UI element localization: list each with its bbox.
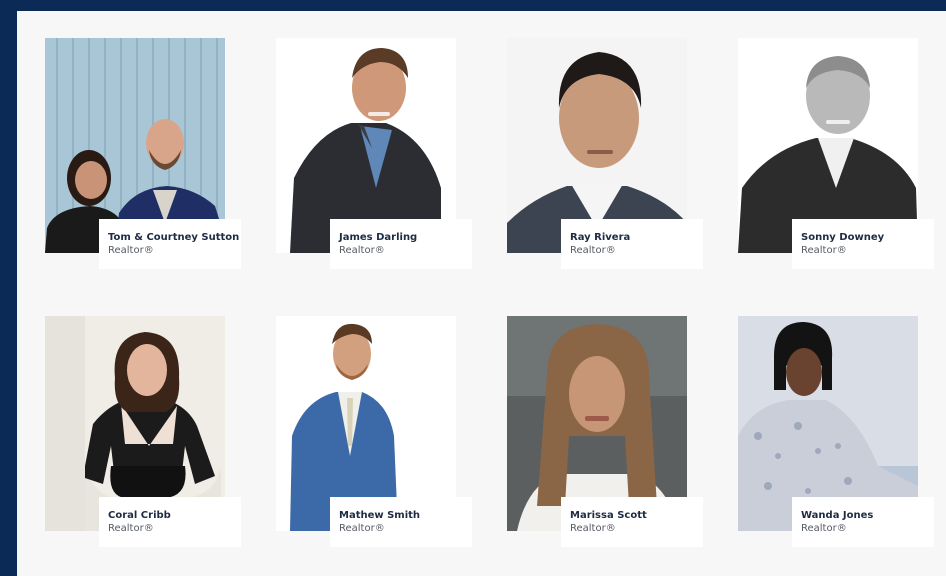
agent-label: Coral Cribb Realtor® [99, 497, 241, 547]
agent-name[interactable]: Marissa Scott [570, 509, 703, 522]
agent-name[interactable]: Mathew Smith [339, 509, 472, 522]
agent-card[interactable]: Tom & Courtney Sutton Realtor® [45, 38, 241, 270]
agent-name[interactable]: Sonny Downey [801, 231, 934, 244]
agent-card[interactable]: Wanda Jones Realtor® [738, 316, 934, 548]
agent-name[interactable]: Wanda Jones [801, 509, 934, 522]
agent-title: Realtor® [108, 245, 154, 256]
agent-label: Marissa Scott Realtor® [561, 497, 703, 547]
agent-label: Sonny Downey Realtor® [792, 219, 934, 269]
agent-label: James Darling Realtor® [330, 219, 472, 269]
agent-label: Tom & Courtney Sutton Realtor® [99, 219, 241, 269]
agent-card[interactable]: Sonny Downey Realtor® [738, 38, 934, 270]
agent-card[interactable]: Coral Cribb Realtor® [45, 316, 241, 548]
agent-name[interactable]: Tom & Courtney Sutton [108, 231, 241, 244]
agent-card[interactable]: James Darling Realtor® [276, 38, 472, 270]
agent-title: Realtor® [339, 523, 385, 534]
agent-name[interactable]: Ray Rivera [570, 231, 703, 244]
agent-title: Realtor® [108, 523, 154, 534]
agent-card[interactable]: Marissa Scott Realtor® [507, 316, 703, 548]
agent-label: Mathew Smith Realtor® [330, 497, 472, 547]
agent-card[interactable]: Mathew Smith Realtor® [276, 316, 472, 548]
agent-name[interactable]: James Darling [339, 231, 472, 244]
agent-label: Wanda Jones Realtor® [792, 497, 934, 547]
agent-title: Realtor® [570, 523, 616, 534]
agent-title: Realtor® [339, 245, 385, 256]
agent-title: Realtor® [801, 245, 847, 256]
agent-title: Realtor® [801, 523, 847, 534]
agent-title: Realtor® [570, 245, 616, 256]
agents-panel: Tom & Courtney Sutton Realtor® James Dar… [17, 11, 946, 576]
agent-label: Ray Rivera Realtor® [561, 219, 703, 269]
agent-card[interactable]: Ray Rivera Realtor® [507, 38, 703, 270]
agent-name[interactable]: Coral Cribb [108, 509, 241, 522]
